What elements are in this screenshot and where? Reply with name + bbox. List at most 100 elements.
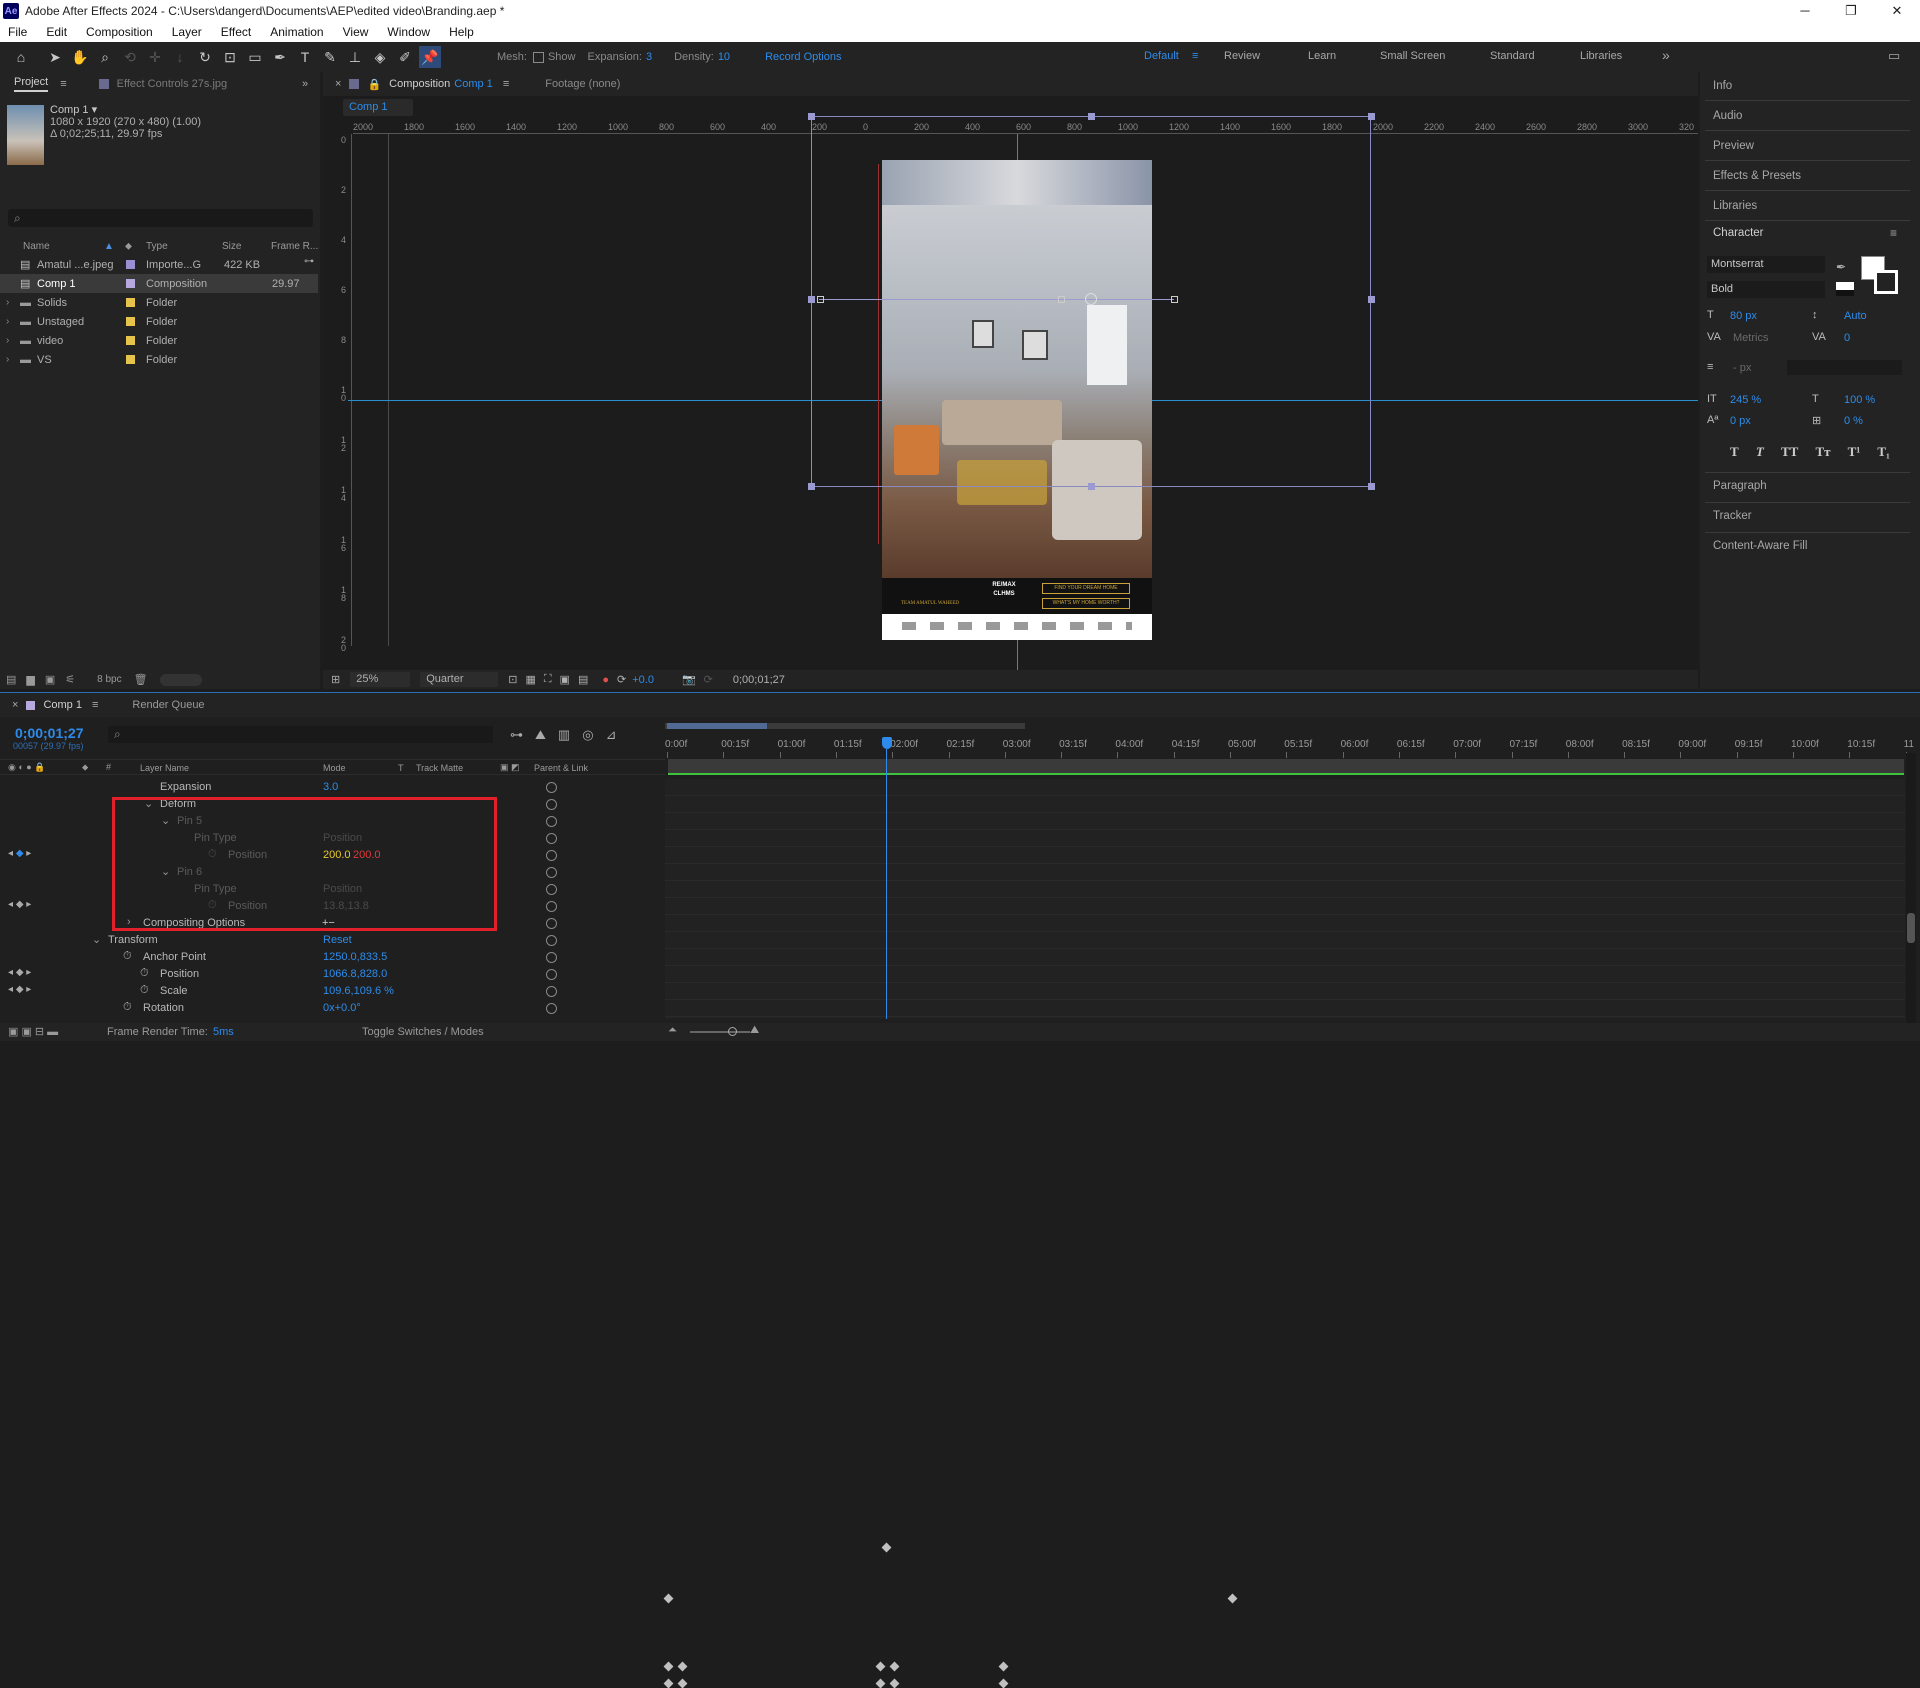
menu-edit[interactable]: Edit xyxy=(46,25,67,39)
matte-icons[interactable]: ▣ ◩ xyxy=(500,762,520,773)
puppet-pin[interactable] xyxy=(1171,296,1178,303)
shy-icon[interactable]: ▥ xyxy=(558,727,570,743)
zoom-tool-icon[interactable]: ⌕ xyxy=(94,46,116,68)
panel-effects-presets[interactable]: Effects & Presets xyxy=(1713,170,1801,182)
maximize-button[interactable]: ❐ xyxy=(1828,0,1874,22)
close-tab-icon[interactable]: × xyxy=(335,78,341,90)
timeline-tab-comp[interactable]: Comp 1 xyxy=(43,699,82,711)
col-mode[interactable]: Mode xyxy=(323,763,346,773)
timeline-property-row[interactable]: ⌄ Transform Reset xyxy=(0,932,660,949)
bbox-handle[interactable] xyxy=(808,483,815,490)
keyframe[interactable] xyxy=(663,1661,674,1672)
font-style-dropdown[interactable]: Bold xyxy=(1707,281,1825,298)
baseline-shift-value[interactable]: 0 px xyxy=(1730,415,1751,427)
expand-arrow-icon[interactable]: › xyxy=(6,316,9,327)
keyframe[interactable] xyxy=(663,1678,674,1688)
project-menu-icon[interactable]: ≡ xyxy=(60,78,66,90)
selection-tool-icon[interactable]: ➤ xyxy=(44,46,66,68)
panel-content-aware-fill[interactable]: Content-Aware Fill xyxy=(1713,540,1807,552)
home-icon[interactable]: ⌂ xyxy=(10,46,32,68)
property-value[interactable]: 109.6,109.6 % xyxy=(323,985,394,997)
puppet-pin-tool-icon[interactable]: 📌 xyxy=(419,46,441,68)
color-channel-icon[interactable]: ● xyxy=(602,674,609,686)
eyedropper-icon[interactable]: ✒ xyxy=(1836,260,1846,274)
expansion-value[interactable]: 3 xyxy=(646,51,652,63)
workspace-more-button[interactable]: » xyxy=(1662,47,1670,63)
dolly-tool-icon[interactable]: ↓ xyxy=(169,46,191,68)
menu-view[interactable]: View xyxy=(343,25,369,39)
panel-overflow-icon[interactable]: » xyxy=(302,78,308,90)
guides-icon[interactable]: ▣ xyxy=(560,673,570,686)
menu-layer[interactable]: Layer xyxy=(172,25,202,39)
zoom-in-icon[interactable]: ⛰ xyxy=(750,1024,759,1037)
workspace-review[interactable]: Review xyxy=(1224,50,1260,62)
swap-colors-icon[interactable] xyxy=(1836,282,1854,296)
stroke-color-swatch[interactable] xyxy=(1874,270,1898,294)
keyframe[interactable] xyxy=(663,1593,674,1604)
character-menu-icon[interactable]: ≡ xyxy=(1890,226,1897,240)
panel-layout-icon[interactable]: ▭ xyxy=(1888,48,1900,64)
panel-libraries[interactable]: Libraries xyxy=(1713,200,1757,212)
adjust-icon[interactable]: ⚟ xyxy=(65,673,75,686)
expression-pickwhip-icon[interactable] xyxy=(546,833,557,844)
frame-blending-icon[interactable]: ◎ xyxy=(582,727,593,743)
keyframe[interactable] xyxy=(881,1542,892,1553)
keyframe[interactable] xyxy=(875,1661,886,1672)
workspace-standard[interactable]: Standard xyxy=(1490,50,1535,62)
menu-effect[interactable]: Effect xyxy=(221,25,251,39)
stopwatch-icon[interactable]: ⏱ xyxy=(140,967,149,980)
keyframe-navigator[interactable]: ◂ ◆ ▸ xyxy=(8,848,31,859)
zoom-out-icon[interactable]: ⏶ xyxy=(668,1024,677,1037)
tab-effect-controls[interactable]: Effect Controls 27s.jpg xyxy=(117,78,227,90)
twirl-arrow-icon[interactable]: ⌄ xyxy=(92,933,101,946)
pan-tool-icon[interactable]: ✛ xyxy=(144,46,166,68)
keyframe-navigator[interactable]: ◂ ◆ ▸ xyxy=(8,967,31,978)
expand-arrow-icon[interactable]: › xyxy=(6,354,9,365)
expression-pickwhip-icon[interactable] xyxy=(546,952,557,963)
tab-project[interactable]: Project xyxy=(14,76,49,92)
expression-pickwhip-icon[interactable] xyxy=(546,799,557,810)
region-of-interest-icon[interactable]: ⊡ xyxy=(508,673,517,686)
clone-stamp-tool-icon[interactable]: ⊥ xyxy=(344,46,366,68)
menu-file[interactable]: File xyxy=(8,25,27,39)
stroke-width-value[interactable]: - px xyxy=(1733,362,1751,374)
col-size[interactable]: Size xyxy=(222,241,241,252)
layer-duration-bar[interactable] xyxy=(668,773,1904,775)
text-style-button[interactable]: TT xyxy=(1781,444,1798,460)
comp-breadcrumb[interactable]: Comp 1 xyxy=(343,99,413,116)
comp-menu-icon[interactable]: ≡ xyxy=(503,78,509,90)
project-item[interactable]: ▤ Comp 1 Composition 29.97 xyxy=(0,274,318,293)
timeline-property-row[interactable]: ⏱ Rotation 0x+0.0° xyxy=(0,1000,660,1017)
project-item[interactable]: › ▬ VS Folder xyxy=(0,350,318,369)
workspace-default[interactable]: Default xyxy=(1144,50,1179,62)
orbit-tool-icon[interactable]: ⟲ xyxy=(119,46,141,68)
leading-value[interactable]: Auto xyxy=(1844,310,1867,322)
keyframe[interactable] xyxy=(998,1678,1009,1688)
expression-pickwhip-icon[interactable] xyxy=(546,969,557,980)
record-options-link[interactable]: Record Options xyxy=(765,51,841,63)
guide-vertical-left[interactable] xyxy=(388,134,389,646)
comp-flowchart-icon[interactable]: ⊶ xyxy=(510,727,523,743)
panel-preview[interactable]: Preview xyxy=(1713,140,1754,152)
trash-icon[interactable]: 🗑 xyxy=(134,673,148,686)
keyframe-navigator[interactable]: ◂ ◆ ▸ xyxy=(8,984,31,995)
bbox-handle[interactable] xyxy=(1088,113,1095,120)
expression-pickwhip-icon[interactable] xyxy=(546,782,557,793)
roto-brush-tool-icon[interactable]: ✐ xyxy=(394,46,416,68)
pen-tool-icon[interactable]: ✒ xyxy=(269,46,291,68)
property-value[interactable]: Reset xyxy=(323,934,352,946)
av-switch-icons[interactable]: ◉ ◐ ● 🔒 xyxy=(8,762,45,773)
work-area-bar[interactable] xyxy=(667,723,767,729)
bit-depth-button[interactable]: 8 bpc xyxy=(97,674,121,685)
new-folder-icon[interactable]: ▆ xyxy=(26,673,34,686)
keyframe[interactable] xyxy=(998,1661,1009,1672)
timeline-zoom-thumb[interactable] xyxy=(728,1027,737,1036)
expression-pickwhip-icon[interactable] xyxy=(546,918,557,929)
expand-arrow-icon[interactable]: › xyxy=(6,297,9,308)
bbox-handle[interactable] xyxy=(1368,113,1375,120)
col-name[interactable]: Name xyxy=(23,241,50,252)
timeline-current-time[interactable]: 0;00;01;27 xyxy=(15,725,84,741)
resolution-dropdown[interactable]: Quarter xyxy=(420,672,499,687)
col-frame-rate[interactable]: Frame R... xyxy=(271,241,318,252)
stopwatch-icon[interactable]: ⏱ xyxy=(123,950,132,963)
